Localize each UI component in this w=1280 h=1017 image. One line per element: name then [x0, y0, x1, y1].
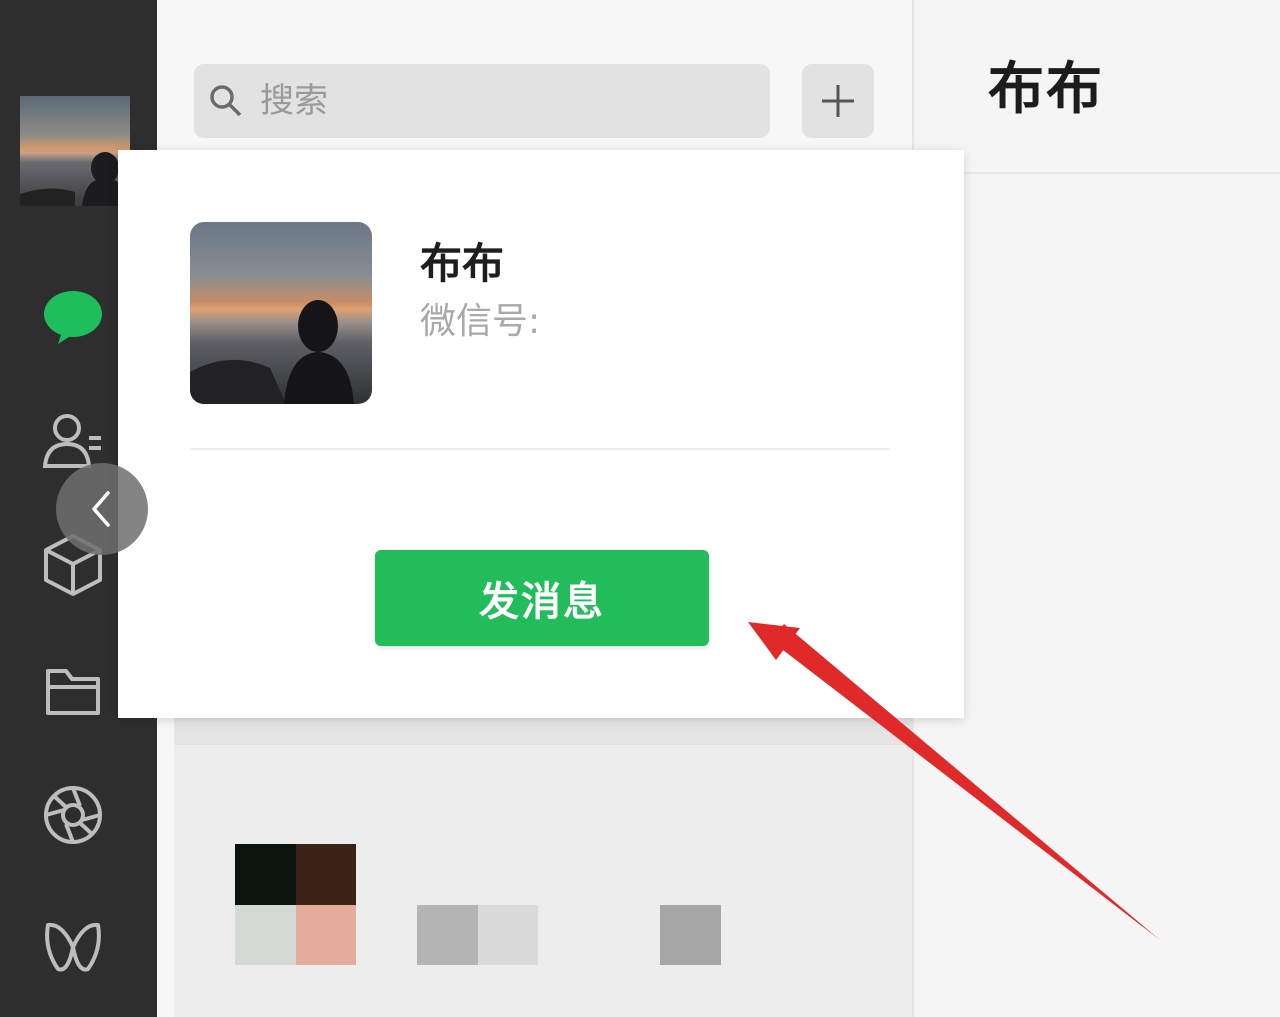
blurred-thumbnail — [296, 905, 356, 965]
contact-name: 布布 — [420, 239, 505, 288]
send-message-button[interactable]: 发消息 — [375, 550, 709, 646]
search-icon — [208, 83, 244, 119]
collapse-button[interactable] — [56, 463, 148, 555]
blurred-thumbnail — [660, 905, 721, 965]
wechat-id-label: 微信号: — [420, 301, 541, 342]
wechat-window: 布布 布布 微信号: 发消息 — [0, 0, 1280, 1017]
add-button[interactable] — [802, 64, 874, 138]
chat-icon[interactable] — [38, 282, 108, 352]
plus-icon — [822, 85, 854, 117]
moments-icon[interactable] — [38, 780, 108, 850]
chat-title: 布布 — [988, 57, 1104, 122]
user-avatar[interactable] — [20, 96, 130, 206]
search-input[interactable] — [258, 80, 742, 122]
blurred-thumbnail — [235, 905, 296, 965]
chevron-left-icon — [92, 491, 110, 527]
chat-header-divider — [914, 172, 1280, 174]
list-item-blurred[interactable] — [174, 745, 914, 1017]
chat-pane — [914, 0, 1280, 1017]
channels-icon[interactable] — [38, 912, 108, 982]
blurred-thumbnail — [296, 844, 356, 905]
card-divider — [190, 448, 890, 450]
contact-profile-card: 布布 微信号: 发消息 — [118, 150, 964, 718]
contact-avatar[interactable] — [190, 222, 372, 404]
blurred-thumbnail — [235, 844, 296, 905]
blurred-thumbnail — [417, 905, 478, 965]
blurred-thumbnail — [478, 905, 538, 965]
folder-icon[interactable] — [38, 655, 108, 725]
search-box[interactable] — [194, 64, 770, 138]
